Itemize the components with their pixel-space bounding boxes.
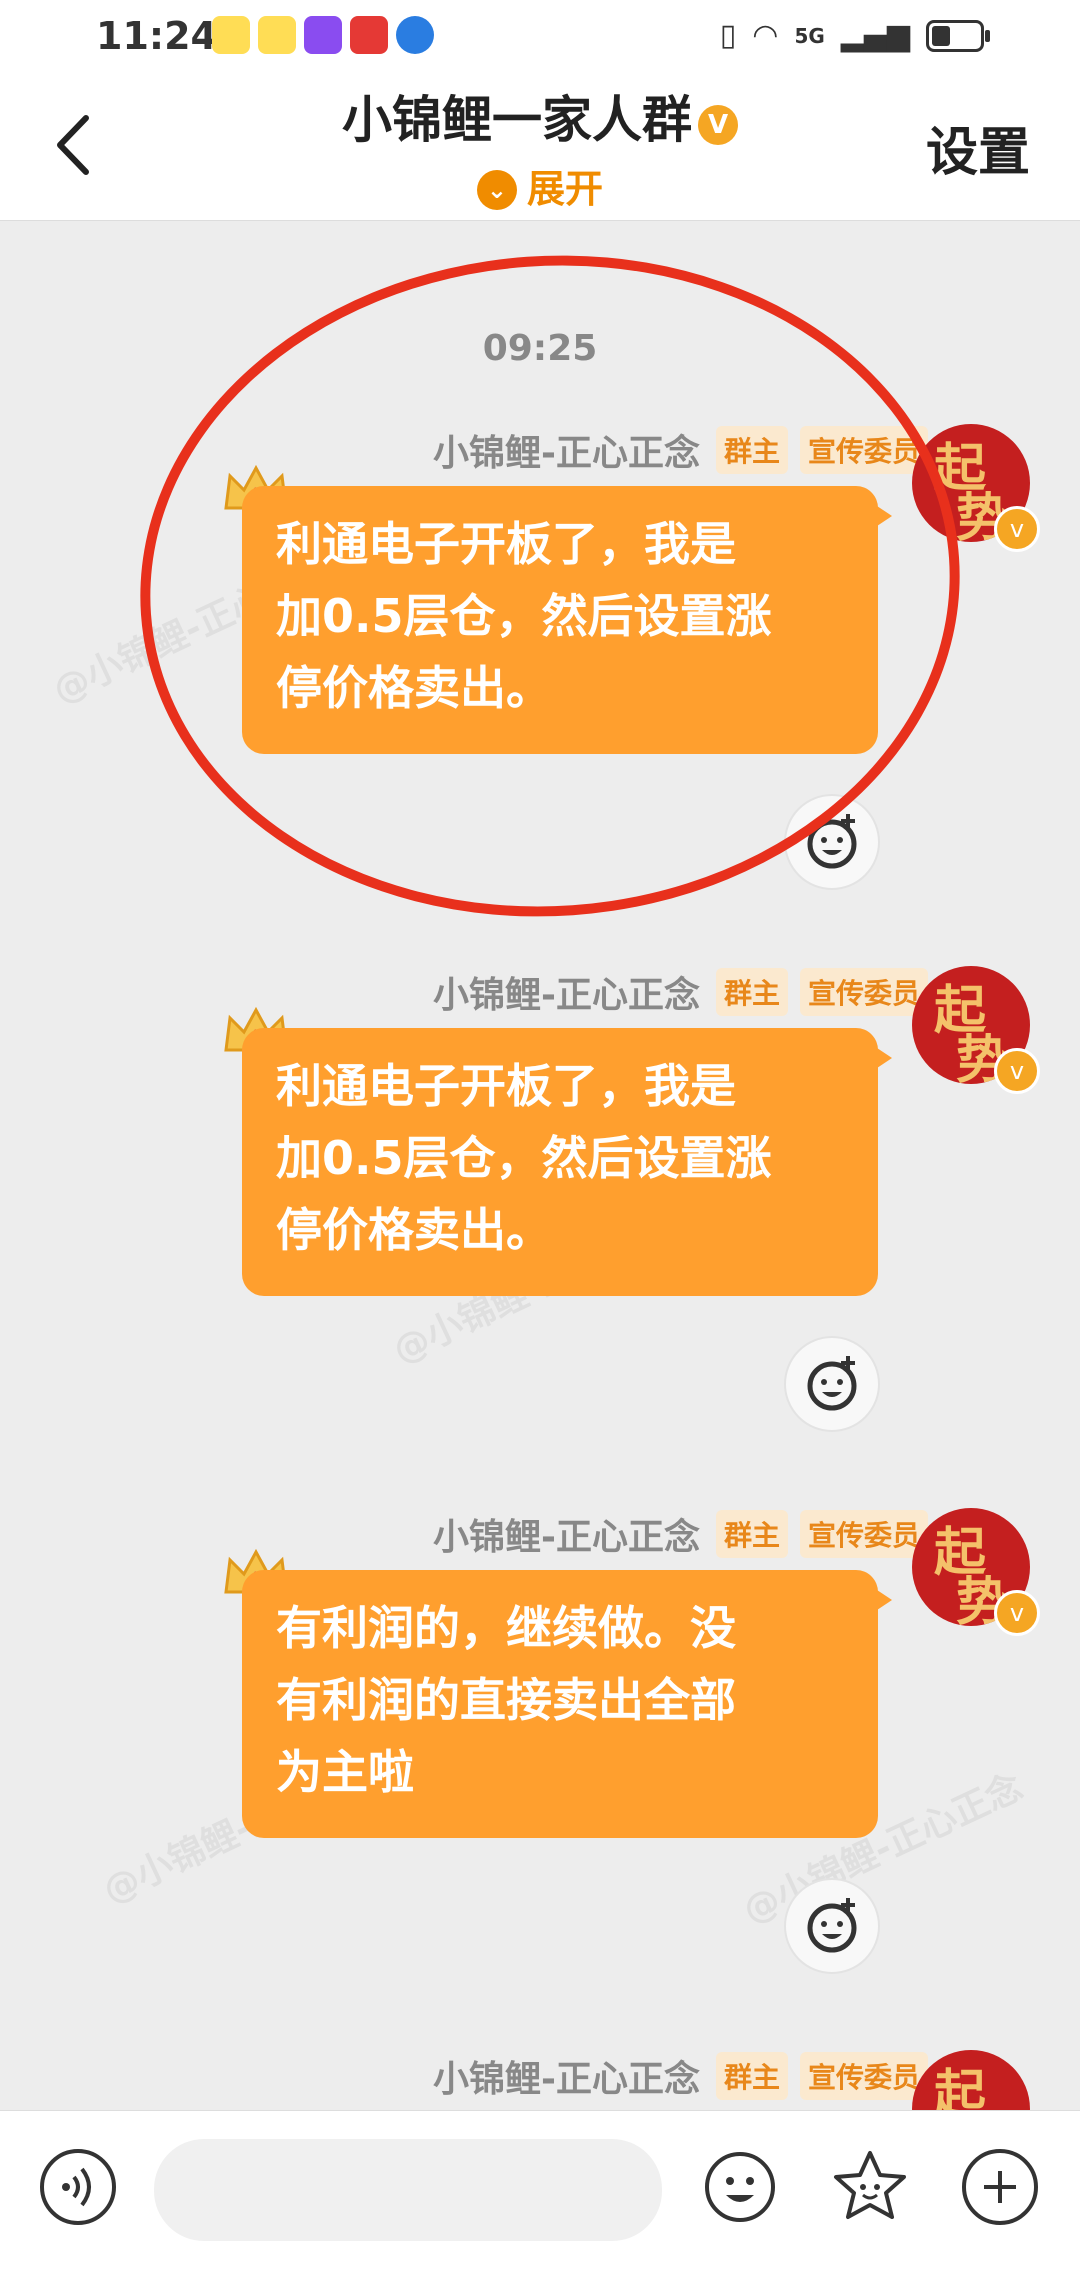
system-icons: ▯ ◠ 5G ▂▄▆ xyxy=(719,18,990,53)
group-name: 小锦鲤一家人群 xyxy=(342,91,692,149)
add-reaction-button[interactable] xyxy=(784,794,880,890)
owner-tag: 群主 xyxy=(715,968,788,1016)
input-bar xyxy=(0,2110,1080,2281)
verified-badge-icon: V xyxy=(698,105,738,145)
vibrate-icon: ▯ xyxy=(719,18,737,53)
voice-button[interactable] xyxy=(40,2149,116,2225)
message-bubble[interactable]: 利通电子开板了，我是 加0.5层仓，然后设置涨 停价格卖出。 xyxy=(242,486,892,754)
verified-badge-icon: v xyxy=(994,506,1040,552)
owner-tag: 群主 xyxy=(715,2052,788,2100)
weibo-icon xyxy=(258,16,296,54)
group-title: 小锦鲤一家人群 V xyxy=(0,80,1080,152)
wifi-icon: ◠ xyxy=(752,18,779,53)
emoji-button[interactable] xyxy=(702,2149,778,2225)
sender-name[interactable]: 小锦鲤-正心正念 xyxy=(433,966,700,1018)
expand-label: 展开 xyxy=(526,167,603,211)
message-line: 为主啦 xyxy=(276,1745,414,1799)
message-timestamp: 09:25 xyxy=(482,328,598,369)
message-bubble[interactable]: 有利润的，继续做。没 有利润的直接卖出全部 为主啦 xyxy=(242,1570,892,1838)
weibo-icon xyxy=(212,16,250,54)
battery-icon xyxy=(926,19,990,52)
sender-line: 小锦鲤-正心正念 群主 宣传委员 xyxy=(433,1508,928,1560)
shenfei-app-icon xyxy=(304,16,342,54)
signal-icon: ▂▄▆ xyxy=(840,18,910,53)
message-line: 停价格卖出。 xyxy=(276,661,552,715)
message-line: 利通电子开板了，我是 xyxy=(276,1059,736,1113)
expand-button[interactable]: ⌄ 展开 xyxy=(0,158,1080,213)
add-reaction-button[interactable] xyxy=(784,1336,880,1432)
sender-line: 小锦鲤-正心正念 群主 宣传委员 xyxy=(433,2050,928,2102)
role-tag: 宣传委员 xyxy=(799,426,928,474)
role-tag: 宣传委员 xyxy=(799,2052,928,2100)
message-line: 加0.5层仓，然后设置涨 xyxy=(276,589,772,643)
docs-app-icon xyxy=(350,16,388,54)
message-line: 停价格卖出。 xyxy=(276,1203,552,1257)
message-line: 有利润的，继续做。没 xyxy=(276,1601,736,1655)
sender-name[interactable]: 小锦鲤-正心正念 xyxy=(433,1508,700,1560)
message-line: 利通电子开板了，我是 xyxy=(276,517,736,571)
status-time: 11:24 xyxy=(96,14,217,58)
owner-tag: 群主 xyxy=(715,426,788,474)
message-line: 加0.5层仓，然后设置涨 xyxy=(276,1131,772,1185)
settings-button[interactable]: 设置 xyxy=(926,110,1030,185)
status-bar: 11:24 ▯ ◠ 5G ▂▄▆ xyxy=(0,0,1080,72)
sender-name[interactable]: 小锦鲤-正心正念 xyxy=(433,2050,700,2102)
role-tag: 宣传委员 xyxy=(799,1510,928,1558)
sender-line: 小锦鲤-正心正念 群主 宣传委员 xyxy=(433,424,928,476)
verified-badge-icon: v xyxy=(994,1590,1040,1636)
chevron-down-icon: ⌄ xyxy=(476,170,517,210)
sticker-button[interactable] xyxy=(830,2147,910,2227)
network-label: 5G xyxy=(794,23,825,48)
bulb-app-icon xyxy=(396,16,434,54)
sender-line: 小锦鲤-正心正念 群主 宣传委员 xyxy=(433,966,928,1018)
role-tag: 宣传委员 xyxy=(799,968,928,1016)
verified-badge-icon: v xyxy=(994,1048,1040,1094)
message-input[interactable] xyxy=(154,2139,662,2241)
more-options-button[interactable] xyxy=(962,2149,1038,2225)
add-reaction-button[interactable] xyxy=(784,1878,880,1974)
chat-header: 小锦鲤一家人群 V ⌄ 展开 设置 xyxy=(0,72,1080,221)
message-bubble[interactable]: 利通电子开板了，我是 加0.5层仓，然后设置涨 停价格卖出。 xyxy=(242,1028,892,1296)
message-line: 有利润的直接卖出全部 xyxy=(276,1673,736,1727)
sender-name[interactable]: 小锦鲤-正心正念 xyxy=(433,424,700,476)
owner-tag: 群主 xyxy=(715,1510,788,1558)
